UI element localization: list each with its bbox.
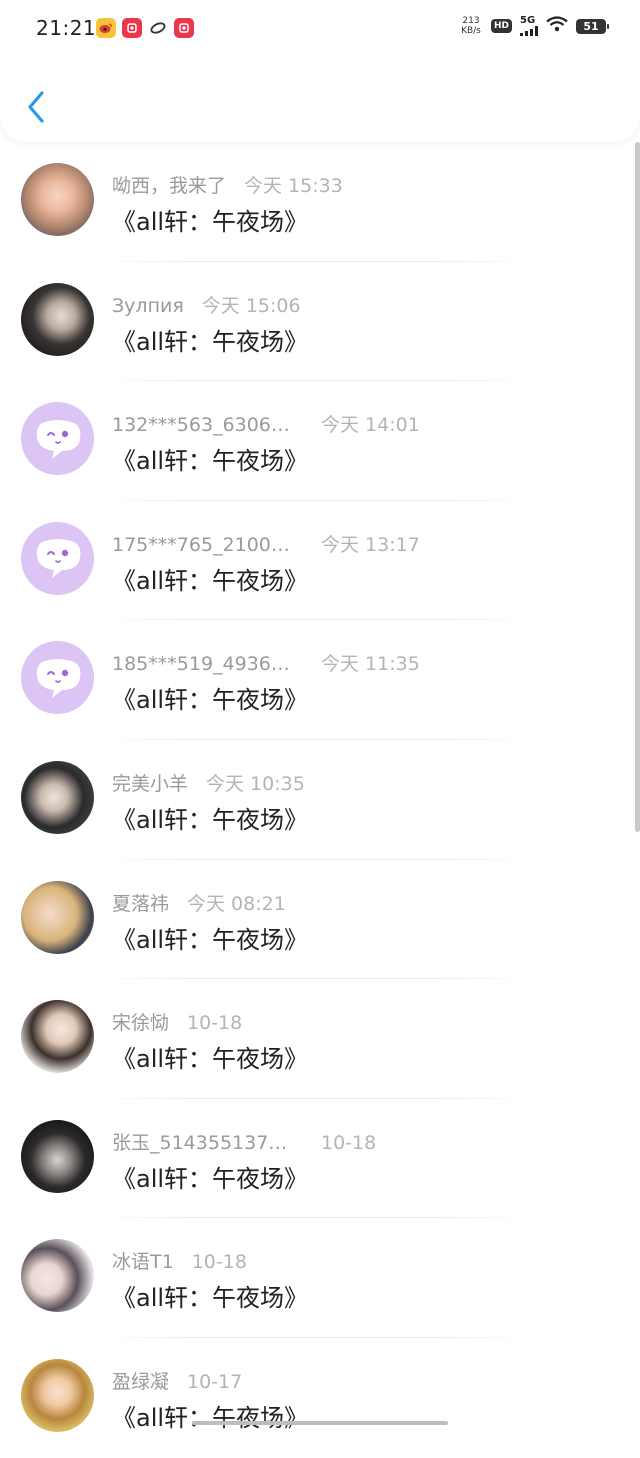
weibo-icon (96, 18, 116, 38)
username: 呦西，我来了 (112, 175, 227, 197)
user-avatar[interactable] (21, 760, 94, 834)
hd-badge: HD (490, 19, 512, 33)
username: 175***765_2100… (112, 533, 290, 556)
username: 冰语T1 (112, 1251, 174, 1274)
chevron-left-icon (28, 91, 44, 123)
user-avatar[interactable] (21, 1000, 94, 1074)
user-avatar[interactable] (21, 1119, 94, 1193)
status-bar: 21:21 213 KB/s HD 5G 51 (0, 0, 640, 60)
cellular-signal-icon: 5G (520, 16, 538, 36)
status-time: 21:21 (36, 16, 97, 40)
network-speed: 213 KB/s (461, 16, 481, 36)
work-title: 《all轩：午夜场》 (112, 1403, 309, 1432)
timestamp: 10-18 (321, 1131, 377, 1154)
list-item[interactable]: 132***563_6306… 今天 14:01 《all轩：午夜场》 (0, 381, 640, 501)
list-item[interactable]: 夏落祎 今天 08:21 《all轩：午夜场》 (0, 860, 640, 980)
list-item[interactable]: 宋徐恸 10-18 《all轩：午夜场》 (0, 979, 640, 1099)
work-title: 《all轩：午夜场》 (112, 686, 309, 715)
timestamp: 10-17 (187, 1370, 243, 1393)
user-avatar[interactable] (21, 163, 94, 236)
username: Зулпия (112, 294, 184, 317)
default-chat-avatar-icon[interactable] (21, 641, 94, 715)
list-item[interactable]: Зулпия 今天 15:06 《all轩：午夜场》 (0, 262, 640, 382)
app-notification-icon (122, 18, 142, 38)
user-avatar[interactable] (21, 1358, 94, 1432)
username: 185***519_4936… (112, 653, 290, 676)
timestamp: 今天 08:21 (187, 892, 286, 915)
timestamp: 今天 15:33 (244, 175, 343, 197)
home-indicator[interactable] (192, 1421, 448, 1425)
app-notification-icon (174, 18, 194, 38)
username: 完美小羊 (112, 772, 189, 795)
username: 宋徐恸 (112, 1012, 170, 1035)
default-chat-avatar-icon[interactable] (21, 521, 94, 595)
work-title: 《all轩：午夜场》 (112, 327, 309, 356)
list-item[interactable]: 完美小羊 今天 10:35 《all轩：午夜场》 (0, 740, 640, 860)
header: 21:21 213 KB/s HD 5G 51 (0, 0, 640, 142)
work-title: 《all轩：午夜场》 (112, 925, 309, 954)
list-item[interactable]: 盈绿凝 10-17 《all轩：午夜场》 (0, 1338, 640, 1458)
username: 132***563_6306… (112, 414, 290, 437)
timestamp: 10-18 (187, 1012, 243, 1035)
timestamp: 今天 10:35 (206, 772, 305, 795)
scrollbar[interactable] (635, 142, 640, 832)
wifi-icon (546, 16, 568, 36)
timestamp: 今天 11:35 (321, 653, 420, 676)
link-app-icon (148, 18, 168, 38)
timestamp: 今天 15:06 (201, 294, 301, 317)
work-title: 《all轩：午夜场》 (112, 447, 309, 476)
work-title: 《all轩：午夜场》 (112, 1164, 309, 1193)
work-title: 《all轩：午夜场》 (112, 566, 309, 595)
back-button[interactable] (18, 86, 54, 128)
timestamp: 今天 13:17 (321, 533, 420, 556)
work-title: 《all轩：午夜场》 (112, 1045, 309, 1074)
timestamp: 10-18 (191, 1251, 247, 1274)
list-item[interactable]: 呦西，我来了 今天 15:33 《all轩：午夜场》 (0, 142, 640, 262)
notification-icons (96, 18, 194, 38)
work-title: 《all轩：午夜场》 (112, 805, 309, 834)
username: 夏落祎 (112, 892, 170, 915)
default-chat-avatar-icon[interactable] (21, 402, 94, 476)
list-item[interactable]: 冰语T1 10-18 《all轩：午夜场》 (0, 1218, 640, 1338)
list-item[interactable]: 张玉_514355137… 10-18 《all轩：午夜场》 (0, 1099, 640, 1219)
battery-icon: 51 (576, 18, 609, 34)
status-indicators: 213 KB/s HD 5G 51 (459, 16, 609, 36)
message-list: 呦西，我来了 今天 15:33 《all轩：午夜场》 Зулпия 今天 15:… (0, 142, 640, 1458)
timestamp: 今天 14:01 (321, 414, 420, 437)
work-title: 《all轩：午夜场》 (112, 1284, 309, 1313)
work-title: 《all轩：午夜场》 (112, 208, 309, 236)
username: 盈绿凝 (112, 1370, 170, 1393)
list-item[interactable]: 175***765_2100… 今天 13:17 《all轩：午夜场》 (0, 501, 640, 621)
user-avatar[interactable] (21, 1239, 94, 1313)
list-item[interactable]: 185***519_4936… 今天 11:35 《all轩：午夜场》 (0, 620, 640, 740)
user-avatar[interactable] (21, 880, 94, 954)
user-avatar[interactable] (21, 282, 94, 356)
username: 张玉_514355137… (112, 1131, 288, 1154)
